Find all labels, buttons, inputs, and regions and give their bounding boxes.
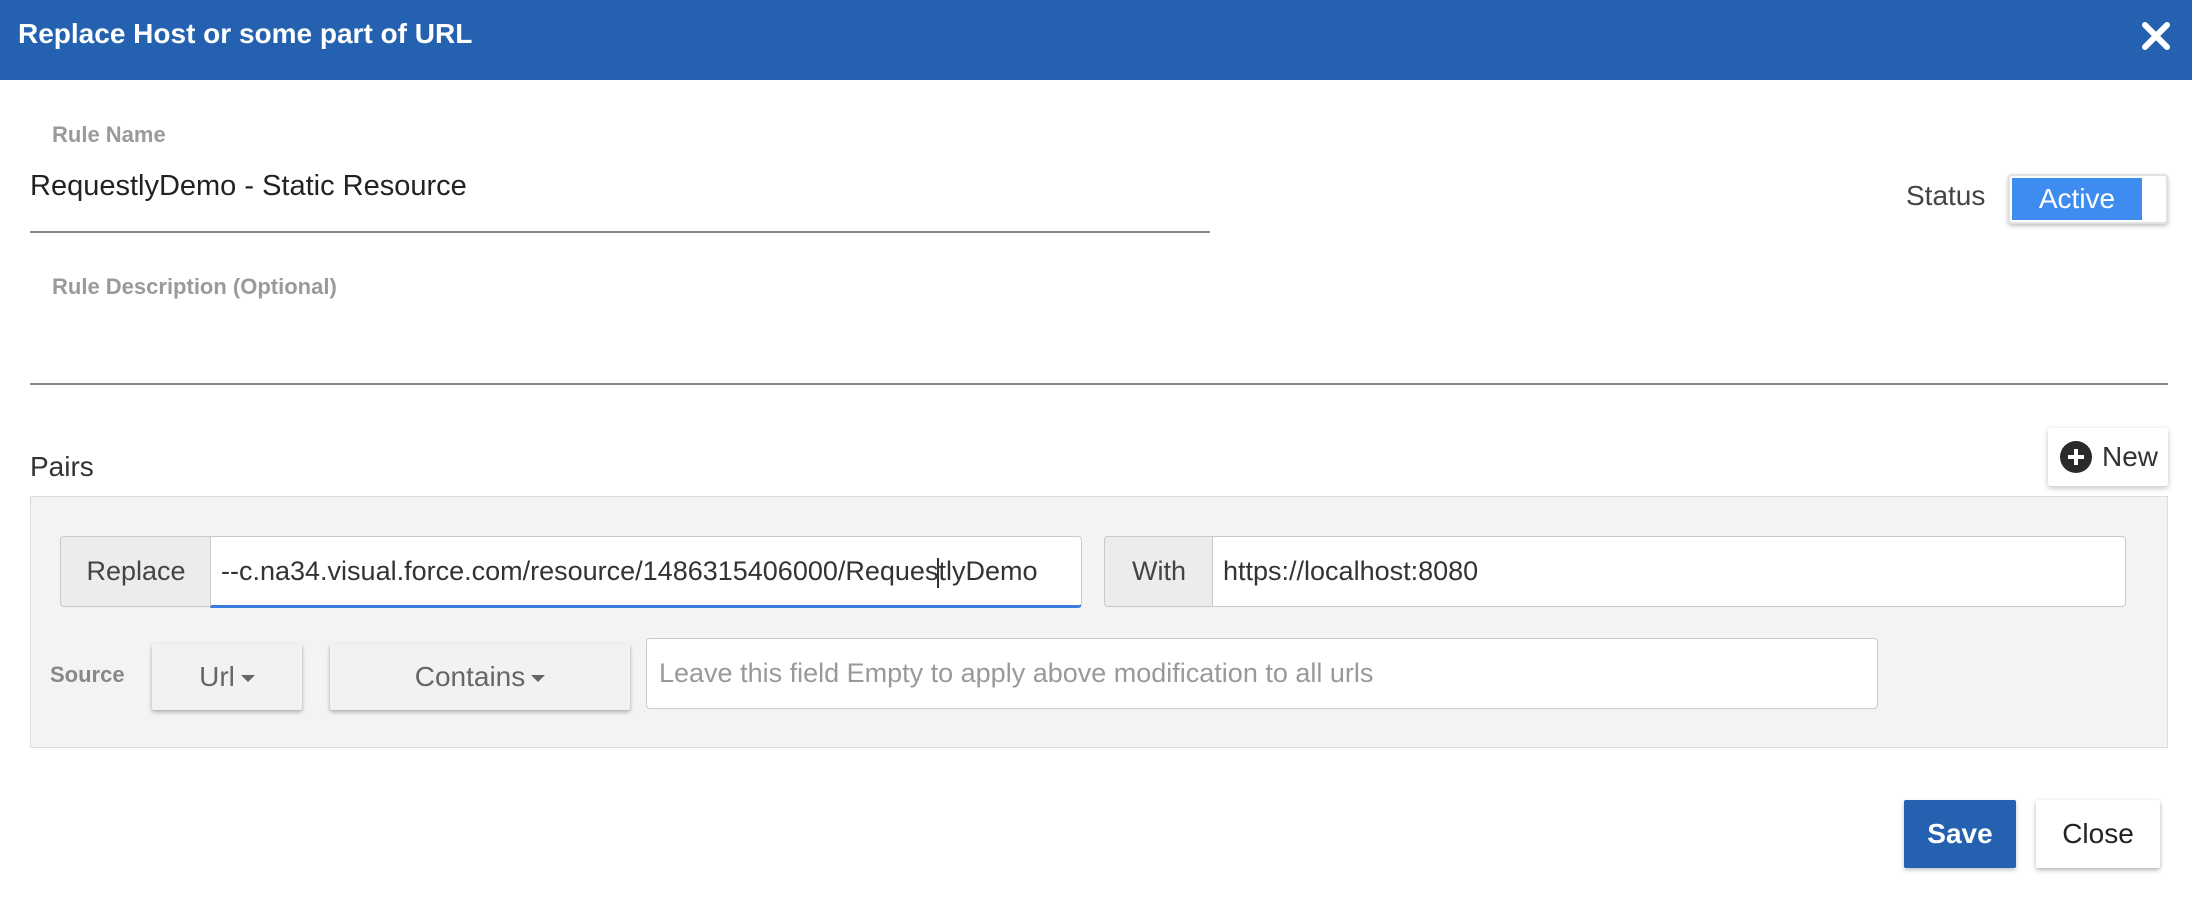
replace-addon: Replace — [60, 536, 212, 607]
chevron-down-icon — [240, 675, 255, 683]
close-button[interactable]: Close — [2036, 800, 2160, 868]
toggle-knob — [2142, 178, 2164, 220]
dialog-header: Replace Host or some part of URL — [0, 0, 2192, 80]
rule-description-input[interactable] — [30, 310, 2168, 380]
close-icon[interactable] — [2136, 16, 2176, 56]
rule-description-underline — [30, 383, 2168, 385]
status-label: Status — [1906, 180, 1986, 211]
plus-circle-icon — [2060, 441, 2092, 473]
replace-value-start: --c.na34.visual.force.com/resource/14863… — [221, 556, 939, 586]
source-operator-label: Contains — [414, 661, 526, 692]
source-value-input[interactable]: Leave this field Empty to apply above mo… — [646, 638, 1878, 709]
replace-input[interactable]: --c.na34.visual.force.com/resource/14863… — [210, 536, 1082, 608]
rule-description-label: Rule Description (Optional) — [52, 274, 337, 299]
source-operator-dropdown[interactable]: Contains — [330, 644, 630, 710]
with-input[interactable]: https://localhost:8080 — [1212, 536, 2126, 607]
rule-name-underline — [30, 231, 1210, 233]
pairs-label: Pairs — [30, 451, 94, 482]
source-label: Source — [50, 662, 125, 687]
dialog-title: Replace Host or some part of URL — [18, 18, 473, 49]
source-key-label: Url — [199, 661, 235, 692]
new-pair-label: New — [2102, 441, 2159, 472]
status-toggle-label: Active — [2012, 178, 2142, 220]
with-addon: With — [1104, 536, 1214, 607]
chevron-down-icon — [531, 675, 546, 683]
replace-value-end: tlyDemo — [938, 556, 1038, 586]
save-button[interactable]: Save — [1904, 800, 2016, 868]
pairs-panel — [30, 496, 2168, 748]
rule-name-label: Rule Name — [52, 122, 166, 147]
rule-name-input[interactable]: RequestlyDemo - Static Resource — [30, 170, 467, 203]
new-pair-button[interactable]: New — [2048, 428, 2168, 486]
source-key-dropdown[interactable]: Url — [152, 644, 302, 710]
status-toggle[interactable]: Active — [2008, 174, 2168, 224]
